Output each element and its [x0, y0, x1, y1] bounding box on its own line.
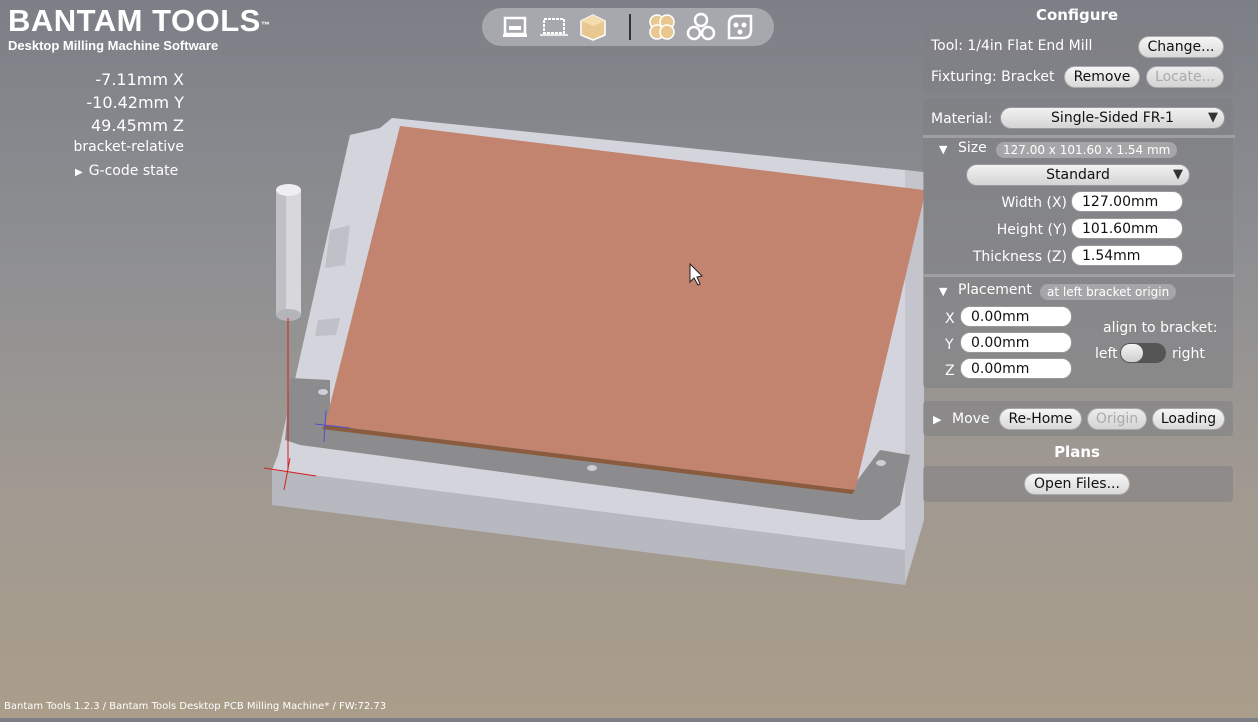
loading-button[interactable]: Loading: [1152, 408, 1225, 430]
readout-x: -7.11mm X: [95, 70, 184, 89]
placement-z-input[interactable]: 0.00mm: [960, 358, 1072, 379]
rehome-button[interactable]: Re-Home: [999, 408, 1082, 430]
box-view-icon[interactable]: [578, 12, 608, 42]
configure-panel: Configure Tool: 1/4in Flat End Mill Chan…: [921, 0, 1258, 718]
material-box: Material: Single-Sided FR-1 ▼ ▼ Size 127…: [923, 98, 1235, 388]
size-collapse-icon[interactable]: ▼: [939, 143, 947, 156]
plans-title: Plans: [1054, 443, 1100, 461]
width-input[interactable]: 127.00mm: [1071, 191, 1183, 212]
material-label: Material:: [931, 111, 993, 127]
divider: [923, 274, 1235, 277]
placement-pill: at left bracket origin: [1040, 284, 1177, 300]
size-preset-select[interactable]: Standard ▼: [966, 164, 1190, 186]
copper-board: [325, 126, 924, 490]
size-preset-value: Standard: [1046, 167, 1110, 183]
material-milled-icon[interactable]: [647, 12, 677, 42]
placement-z-label: Z: [945, 363, 955, 379]
change-tool-button[interactable]: Change...: [1138, 36, 1224, 58]
toolbar-separator: [629, 14, 631, 40]
circles-outline-icon[interactable]: [686, 12, 716, 42]
divider: [923, 135, 1235, 138]
status-bar: Bantam Tools 1.2.3 / Bantam Tools Deskto…: [4, 701, 387, 712]
end-mill-tool: [276, 184, 301, 321]
origin-button[interactable]: Origin: [1087, 408, 1147, 430]
view-toolbar: [482, 8, 774, 46]
pcb-holes-icon[interactable]: [725, 12, 755, 42]
height-input[interactable]: 101.60mm: [1071, 218, 1183, 239]
position-readout: -7.11mm X -10.42mm Y 49.45mm Z bracket-r…: [60, 68, 185, 157]
material-value: Single-Sided FR-1: [1051, 110, 1174, 126]
width-label: Width (X): [1001, 195, 1067, 211]
size-pill: 127.00 x 101.60 x 1.54 mm: [996, 142, 1178, 158]
placement-collapse-icon[interactable]: ▼: [939, 285, 947, 298]
brand-logo: BANTAM TOOLS™ Desktop Milling Machine So…: [8, 3, 271, 54]
readout-mode: bracket-relative: [73, 139, 185, 155]
configure-title: Configure: [1035, 6, 1119, 24]
placement-y-input[interactable]: 0.00mm: [960, 332, 1072, 353]
locate-button[interactable]: Locate...: [1146, 66, 1224, 88]
chevron-down-icon: ▼: [1173, 167, 1183, 182]
machine-view-icon[interactable]: [500, 12, 530, 42]
readout-y: -10.42mm Y: [86, 93, 184, 112]
move-box: ▶ Move Re-Home Origin Loading: [923, 401, 1233, 436]
align-left-label: left: [1095, 346, 1118, 362]
plans-box: Open Files...: [923, 466, 1233, 502]
size-label: Size: [958, 140, 987, 156]
brand-title: BANTAM TOOLS™: [8, 3, 271, 38]
move-expand-icon[interactable]: ▶: [933, 413, 941, 426]
height-label: Height (Y): [996, 222, 1067, 238]
remove-fixturing-button[interactable]: Remove: [1064, 66, 1140, 88]
align-to-bracket-label: align to bracket:: [1103, 320, 1218, 336]
thickness-input[interactable]: 1.54mm: [1071, 245, 1183, 266]
material-select[interactable]: Single-Sided FR-1 ▼: [1000, 107, 1225, 129]
placement-label: Placement: [958, 282, 1032, 298]
bed-view-icon[interactable]: [539, 12, 569, 42]
placement-y-label: Y: [945, 337, 954, 353]
placement-x-label: X: [945, 311, 955, 327]
align-right-label: right: [1172, 346, 1205, 362]
open-files-button[interactable]: Open Files...: [1024, 473, 1130, 495]
brand-subtitle: Desktop Milling Machine Software: [8, 38, 219, 53]
align-bracket-toggle[interactable]: [1120, 343, 1166, 363]
tool-fixturing-box: Tool: 1/4in Flat End Mill Change... Fixt…: [923, 28, 1233, 93]
move-label: Move: [952, 411, 990, 427]
toggle-knob: [1121, 344, 1143, 362]
gcode-state-label: G-code state: [88, 163, 179, 179]
placement-x-input[interactable]: 0.00mm: [960, 306, 1072, 327]
triangle-right-icon: ▶: [75, 167, 83, 178]
tool-label: Tool: 1/4in Flat End Mill: [931, 38, 1093, 54]
gcode-state-toggle[interactable]: ▶ G-code state: [75, 163, 178, 179]
thickness-label: Thickness (Z): [972, 249, 1067, 265]
fixturing-label: Fixturing: Bracket: [931, 69, 1055, 85]
readout-z: 49.45mm Z: [90, 116, 184, 135]
chevron-down-icon: ▼: [1208, 110, 1218, 125]
